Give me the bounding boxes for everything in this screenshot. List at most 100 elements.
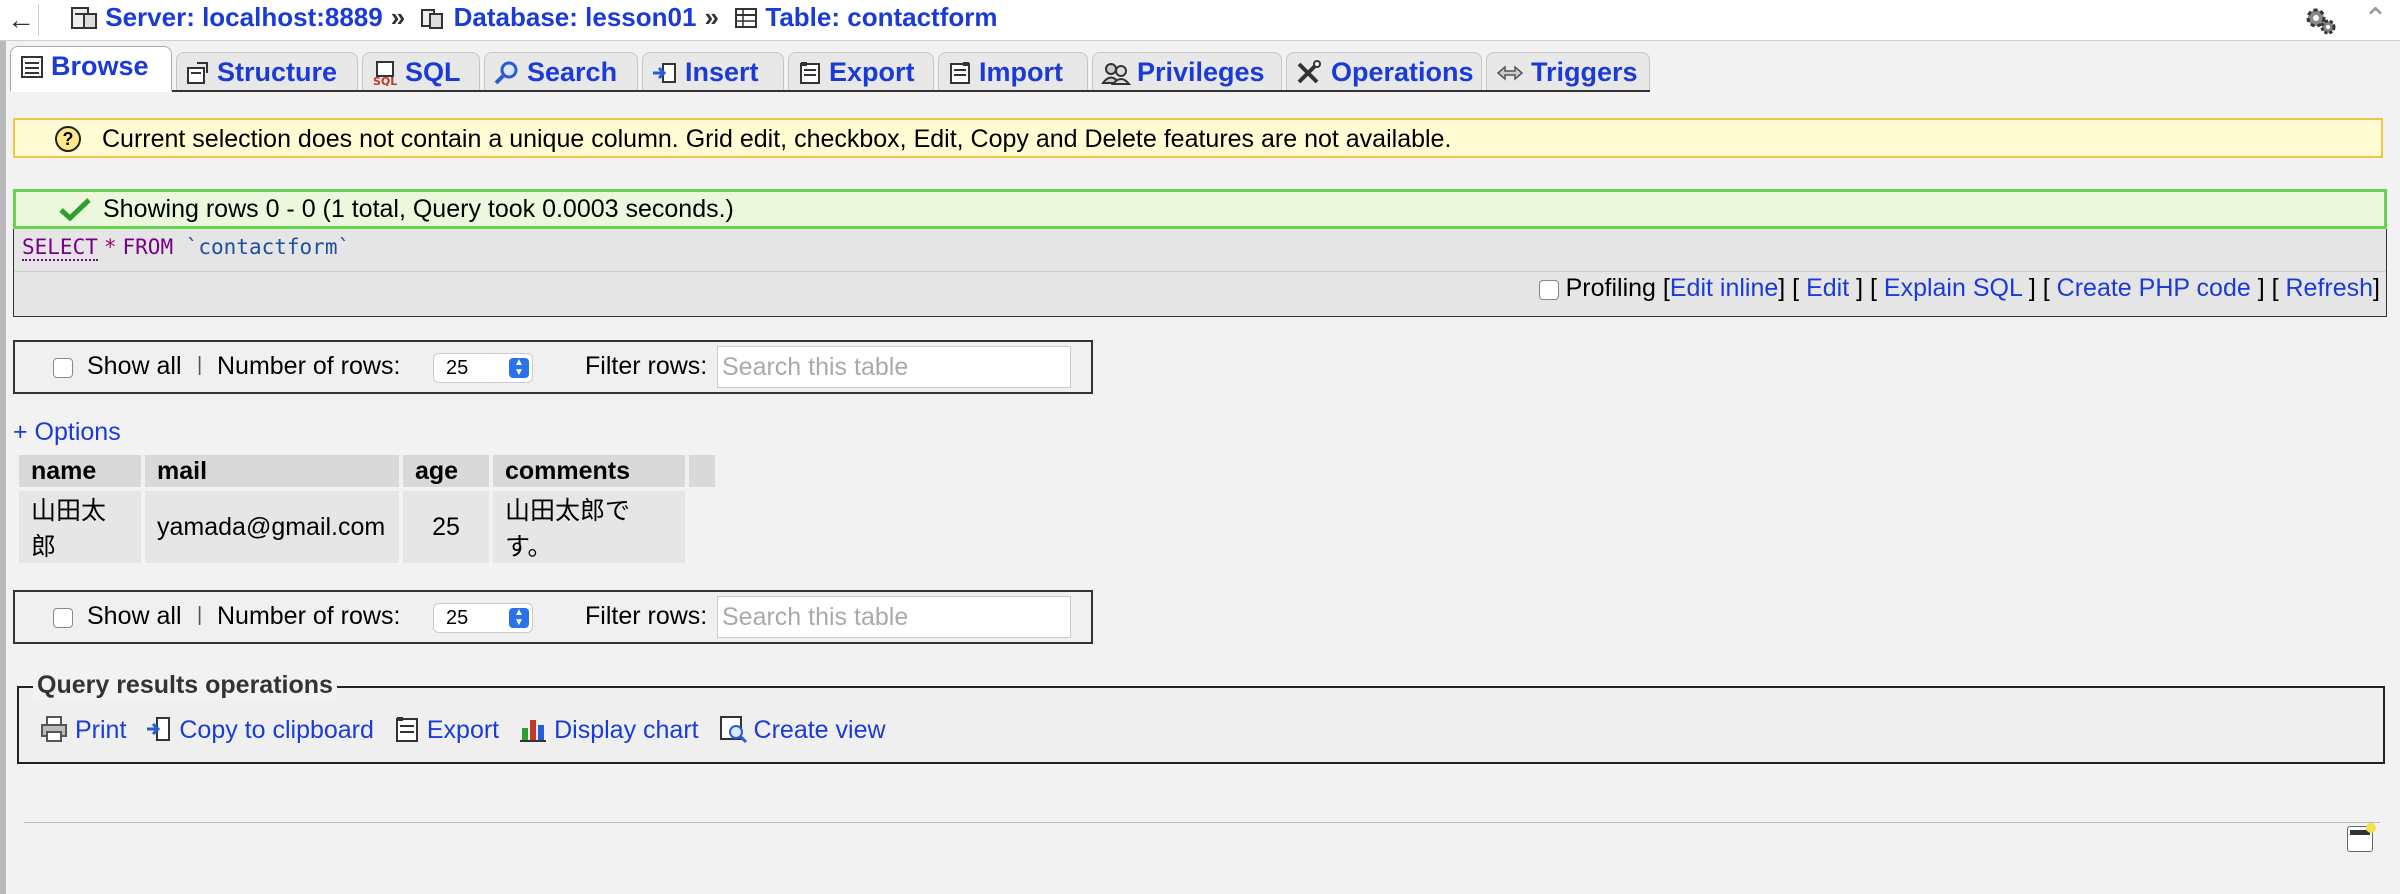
print-label: Print <box>75 716 127 744</box>
breadcrumb: Server: localhost:8889 » Database: lesson… <box>70 2 997 37</box>
number-of-rows-select[interactable]: 25 ▲ ▼ <box>433 353 533 383</box>
number-of-rows-label: Number of rows: <box>217 602 401 630</box>
create-view-link[interactable]: Create view <box>718 716 886 744</box>
export-link[interactable]: Export <box>393 716 499 744</box>
tab-export[interactable]: Export <box>788 52 934 90</box>
create-php-code-link[interactable]: Create PHP code <box>2057 274 2251 302</box>
column-header[interactable]: name <box>19 455 141 487</box>
table-header-row: name mail age comments <box>19 455 715 487</box>
tab-label: Insert <box>685 57 759 87</box>
create-view-icon <box>719 716 747 744</box>
results-table: name mail age comments 山田太郎 yamada@gmail… <box>15 451 719 567</box>
export-icon <box>395 717 418 742</box>
database-icon <box>420 6 446 37</box>
table-cell: yamada@gmail.com <box>145 491 399 563</box>
success-text: Showing rows 0 - 0 (1 total, Query took … <box>103 195 734 223</box>
number-of-rows-value: 25 <box>446 357 469 379</box>
tab-label: Search <box>527 57 618 87</box>
privileges-icon <box>1101 63 1132 85</box>
sql-keyword-from: FROM <box>122 235 174 259</box>
tab-label: Import <box>979 57 1063 87</box>
options-link[interactable]: + Options <box>13 418 121 447</box>
console-icon[interactable] <box>2347 823 2376 852</box>
refresh-link[interactable]: Refresh <box>2286 274 2374 302</box>
column-header[interactable]: mail <box>145 455 399 487</box>
search-icon <box>494 61 518 85</box>
settings-gear-icon[interactable] <box>2304 6 2338 41</box>
number-of-rows-value: 25 <box>446 607 469 629</box>
copy-to-clipboard-link[interactable]: Copy to clipboard <box>145 716 374 744</box>
breadcrumb-table[interactable]: Table: contactform <box>765 2 997 32</box>
sql-box-divider <box>14 271 2386 272</box>
sql-table-name: `contactform` <box>185 235 351 259</box>
copy-label: Copy to clipboard <box>179 716 374 744</box>
bar-chart-icon <box>520 720 547 742</box>
tab-privileges[interactable]: Privileges <box>1092 52 1282 90</box>
export-label: Export <box>426 716 500 744</box>
server-icon <box>70 6 98 37</box>
breadcrumb-database[interactable]: Database: lesson01 <box>454 2 697 32</box>
table-navigation-bottom: Show all | Number of rows: 25 ▲ ▼ Filter r… <box>13 590 1093 644</box>
sql-keyword-select: SELECT <box>22 235 98 261</box>
tab-import[interactable]: Import <box>938 52 1088 90</box>
create-view-label: Create view <box>753 716 886 744</box>
display-chart-label: Display chart <box>554 716 699 744</box>
number-of-rows-label: Number of rows: <box>217 352 401 380</box>
scroll-to-top-icon[interactable]: ⌃ <box>2363 2 2388 37</box>
tab-browse[interactable]: Browse <box>10 46 172 92</box>
column-header[interactable]: age <box>403 455 489 487</box>
tab-search[interactable]: Search <box>484 52 638 90</box>
notice-question-icon: ? <box>55 126 81 152</box>
filter-rows-label: Filter rows: <box>585 352 708 380</box>
tab-structure[interactable]: Structure <box>176 52 358 90</box>
tab-label: Privileges <box>1137 57 1265 87</box>
select-arrows-icon: ▲ ▼ <box>509 358 529 378</box>
tab-label: Structure <box>217 57 338 87</box>
export-icon <box>800 62 820 84</box>
number-of-rows-select[interactable]: 25 ▲ ▼ <box>433 603 533 633</box>
checkmark-icon <box>58 196 92 231</box>
print-link[interactable]: Print <box>39 716 126 744</box>
show-all-label: Show all <box>87 352 182 380</box>
printer-icon <box>41 716 67 742</box>
column-header-spacer <box>689 455 715 487</box>
sql-star: * <box>103 235 117 259</box>
filter-rows-label: Filter rows: <box>585 602 708 630</box>
tab-label: Export <box>829 57 915 87</box>
tab-sql[interactable]: SQL SQL <box>362 52 480 90</box>
show-all-checkbox[interactable] <box>53 608 73 628</box>
structure-icon <box>187 62 208 84</box>
browse-icon <box>21 56 43 78</box>
edit-link[interactable]: Edit <box>1806 274 1849 302</box>
profiling-checkbox[interactable] <box>1538 280 1559 300</box>
tab-triggers[interactable]: Triggers <box>1486 52 1650 90</box>
clipboard-icon <box>147 717 171 741</box>
filter-rows-input[interactable]: Search this table <box>717 596 1071 638</box>
explain-sql-link[interactable]: Explain SQL <box>1884 274 2022 302</box>
table-row: 山田太郎 yamada@gmail.com 25 山田太郎です。 <box>19 491 715 563</box>
sql-query[interactable]: SELECT * FROM `contactform` <box>22 235 351 261</box>
triggers-icon <box>1496 65 1524 81</box>
query-results-operations: Query results operations Print Copy to c… <box>17 671 2385 764</box>
tab-label: Operations <box>1331 57 1474 87</box>
column-header[interactable]: comments <box>493 455 685 487</box>
success-message: Showing rows 0 - 0 (1 total, Query took … <box>13 189 2387 229</box>
breadcrumb-separator: » <box>390 2 406 32</box>
tab-label: Browse <box>51 51 149 81</box>
svg-text:SQL: SQL <box>373 75 397 86</box>
filter-rows-input[interactable]: Search this table <box>717 346 1071 388</box>
import-icon <box>950 62 970 84</box>
sql-actions: Profiling [Edit inline] [ Edit ] [ Expla… <box>1538 274 2380 303</box>
notice-message: ? Current selection does not contain a u… <box>13 118 2383 158</box>
breadcrumb-bar: ← Server: localhost:8889 » Database: less… <box>0 0 2400 41</box>
footer-divider <box>24 822 2380 823</box>
edit-inline-link[interactable]: Edit inline <box>1670 274 1778 302</box>
tab-operations[interactable]: Operations <box>1286 52 1482 90</box>
tab-insert[interactable]: Insert <box>642 52 784 90</box>
collapse-navigation-button[interactable]: ← <box>4 4 39 36</box>
tab-label: SQL <box>405 57 461 87</box>
profiling-label: Profiling <box>1565 274 1656 302</box>
display-chart-link[interactable]: Display chart <box>518 716 699 744</box>
show-all-checkbox[interactable] <box>53 358 73 378</box>
breadcrumb-server[interactable]: Server: localhost:8889 <box>105 2 382 32</box>
